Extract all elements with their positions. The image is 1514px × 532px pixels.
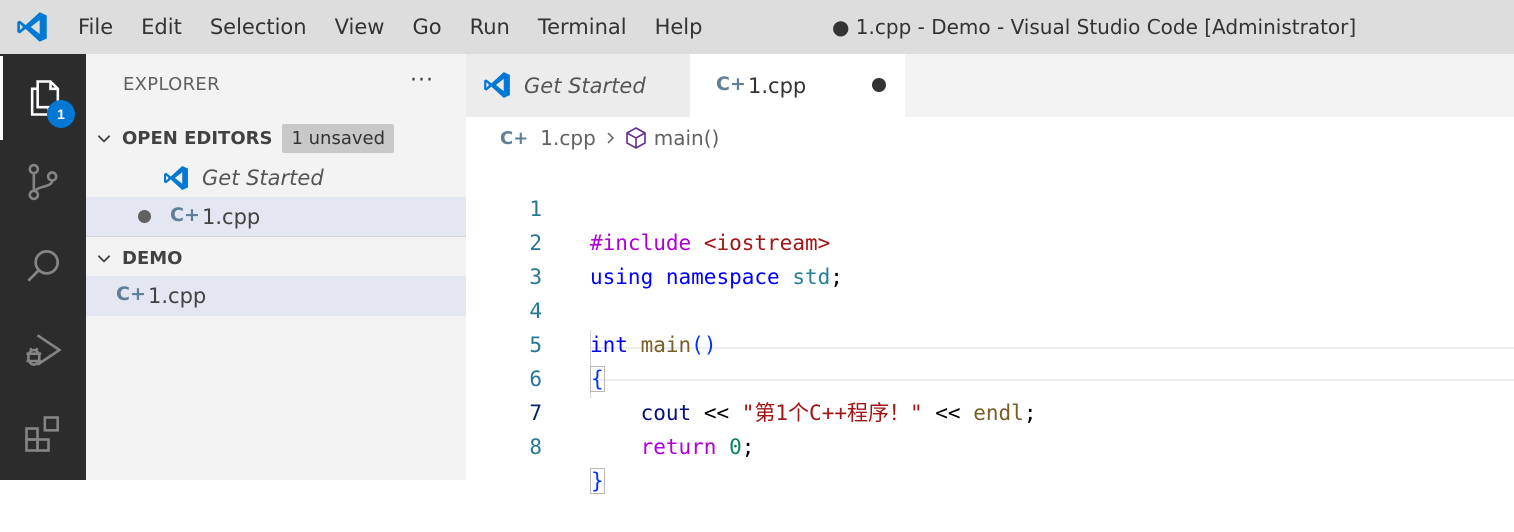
open-editor-get-started[interactable]: Get Started xyxy=(86,158,466,198)
menu-file[interactable]: File xyxy=(64,0,127,54)
open-editors-label: OPEN EDITORS xyxy=(122,127,273,149)
code-text: return 0; xyxy=(590,430,755,464)
more-actions-icon[interactable]: ··· xyxy=(410,68,434,93)
file-1cpp[interactable]: C+ 1.cpp xyxy=(86,276,466,316)
token-punct: ; xyxy=(741,435,755,459)
title-bar: File Edit Selection View Go Run Terminal… xyxy=(0,0,1514,54)
code-line[interactable]: 4 int main() xyxy=(466,260,1514,357)
vscode-icon xyxy=(484,72,510,98)
activity-run-debug[interactable] xyxy=(0,308,86,392)
activity-source-control[interactable] xyxy=(0,140,86,224)
code-text: } xyxy=(590,464,605,498)
open-editor-label: 1.cpp xyxy=(202,205,261,229)
extensions-icon xyxy=(25,416,59,452)
code-line[interactable]: 2 using namespace std; xyxy=(466,192,1514,289)
token-brace: } xyxy=(590,468,605,494)
unsaved-badge: 1 unsaved xyxy=(282,123,395,153)
cpp-icon: C+ xyxy=(170,204,200,226)
token-keyword: return xyxy=(640,435,717,459)
dirty-indicator-icon[interactable] xyxy=(872,78,886,92)
vscode-logo-icon[interactable] xyxy=(14,11,50,43)
menu-bar: File Edit Selection View Go Run Terminal… xyxy=(64,0,716,54)
menu-run[interactable]: Run xyxy=(456,0,524,54)
unsaved-dot-icon[interactable] xyxy=(138,210,151,223)
run-debug-icon xyxy=(26,334,62,366)
open-editor-label: Get Started xyxy=(202,166,324,190)
folder-demo-header[interactable]: DEMO xyxy=(86,238,466,278)
code-editor[interactable]: 1 #include <iostream> 2 using namespace … xyxy=(466,158,1514,494)
menu-help[interactable]: Help xyxy=(641,0,717,54)
tab-label: 1.cpp xyxy=(748,73,807,98)
code-line[interactable]: 8 } xyxy=(466,396,1514,494)
window-title: ● 1.cpp - Demo - Visual Studio Code [Adm… xyxy=(832,15,1357,39)
file-label: 1.cpp xyxy=(148,284,207,308)
tab-label: Get Started xyxy=(524,73,646,98)
tab-get-started[interactable]: Get Started xyxy=(466,54,690,117)
menu-terminal[interactable]: Terminal xyxy=(524,0,641,54)
section-divider xyxy=(86,236,466,237)
menu-selection[interactable]: Selection xyxy=(196,0,321,54)
breadcrumb-file[interactable]: 1.cpp xyxy=(540,126,595,150)
cpp-icon: C+ xyxy=(716,73,746,95)
explorer-badge: 1 xyxy=(47,100,75,128)
activity-bar: 1 xyxy=(0,54,86,480)
chevron-down-icon xyxy=(86,129,122,147)
open-editor-1cpp[interactable]: C+ 1.cpp xyxy=(86,197,466,237)
method-cube-icon xyxy=(625,127,646,149)
explorer-sidebar: EXPLORER ··· OPEN EDITORS 1 unsaved Get … xyxy=(86,54,466,480)
cpp-icon: C+ xyxy=(500,127,529,149)
token-number: 0 xyxy=(729,435,742,459)
activity-search[interactable] xyxy=(0,224,86,308)
menu-edit[interactable]: Edit xyxy=(127,0,196,54)
editor-tab-bar: Get Started C+ 1.cpp xyxy=(466,54,1514,117)
menu-go[interactable]: Go xyxy=(398,0,455,54)
source-control-icon xyxy=(28,163,58,201)
vscode-icon xyxy=(164,166,188,190)
sidebar-title: EXPLORER xyxy=(123,74,220,95)
code-line[interactable]: 3 xyxy=(466,226,1514,289)
folder-label: DEMO xyxy=(122,247,183,269)
code-line[interactable]: 5 { xyxy=(466,294,1514,392)
code-line[interactable]: 7 return 0; xyxy=(466,362,1514,459)
activity-extensions[interactable] xyxy=(0,392,86,476)
breadcrumb: C+ 1.cpp main() xyxy=(500,120,719,156)
line-number: 8 xyxy=(529,435,542,459)
code-line[interactable]: 6 cout << "第1个C++程序！" << endl; xyxy=(466,328,1514,425)
cpp-icon: C+ xyxy=(116,283,146,305)
activity-explorer[interactable]: 1 xyxy=(0,56,86,140)
search-icon xyxy=(27,249,60,282)
breadcrumb-symbol[interactable]: main() xyxy=(654,126,720,150)
menu-view[interactable]: View xyxy=(321,0,399,54)
code-line[interactable]: 1 #include <iostream> xyxy=(466,158,1514,255)
chevron-down-icon xyxy=(86,249,122,267)
chevron-right-icon xyxy=(607,132,614,144)
open-editors-header[interactable]: OPEN EDITORS 1 unsaved xyxy=(86,118,466,158)
